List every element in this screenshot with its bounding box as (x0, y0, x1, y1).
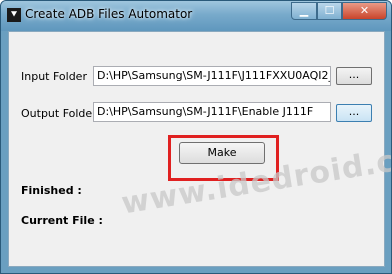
maximize-button[interactable]: ☐ (317, 2, 342, 20)
input-browse-button[interactable]: ... (336, 67, 372, 85)
current-file-label: Current File : (21, 214, 103, 227)
finished-label: Finished : (21, 184, 82, 197)
output-folder-label: Output Folder (21, 107, 97, 120)
close-button[interactable]: ✕ (342, 2, 387, 20)
input-folder-label: Input Folder (21, 70, 87, 83)
window-title: Create ADB Files Automator (25, 7, 193, 21)
minimize-button[interactable]: ▁ (291, 2, 317, 20)
input-folder-field[interactable]: D:\HP\Samsung\SM-J111F\J111FXXU0AQI2_J (93, 66, 331, 86)
output-folder-field[interactable]: D:\HP\Samsung\SM-J111F\Enable J111F (93, 102, 331, 122)
output-browse-button[interactable]: ... (336, 104, 372, 122)
app-icon: ⯆ (7, 8, 21, 22)
app-window: ⯆ Create ADB Files Automator ▁ ☐ ✕ Input… (0, 0, 392, 274)
make-button[interactable]: Make (179, 142, 265, 164)
client-area: Input Folder D:\HP\Samsung\SM-J111F\J111… (8, 31, 385, 267)
title-bar[interactable]: ⯆ Create ADB Files Automator ▁ ☐ ✕ (1, 1, 391, 31)
